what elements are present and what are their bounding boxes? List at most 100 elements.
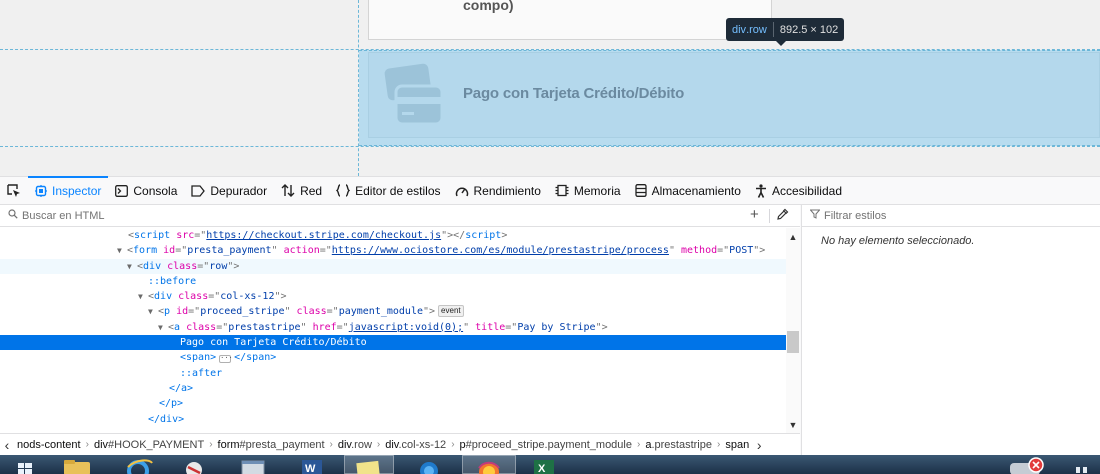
- html-search-bar[interactable]: Buscar en HTML +: [0, 205, 800, 227]
- form-id-value: presta_payment: [187, 245, 272, 257]
- element-picker-button[interactable]: [0, 177, 28, 205]
- div-close-tag: </div>: [148, 413, 185, 425]
- breadcrumb-item[interactable]: p#proceed_stripe.payment_module: [457, 439, 635, 451]
- tab-inspector[interactable]: Inspector: [28, 175, 109, 205]
- expand-twisty-icon[interactable]: ▼: [158, 320, 168, 335]
- form-action-attr: action: [283, 245, 320, 257]
- debugger-icon: [191, 184, 206, 197]
- breadcrumb-item-tag: div: [337, 438, 352, 451]
- breadcrumb-separator-icon: ›: [85, 439, 89, 450]
- markup-line-span[interactable]: <span> ···</span>: [0, 350, 786, 365]
- inspector-icon: [35, 184, 47, 197]
- page-viewport[interactable]: compo) Pago con Tarjeta Crédito/Débito d…: [0, 0, 1100, 176]
- a-href-link[interactable]: javascript:void(0);: [349, 322, 463, 333]
- form-id-attr: id: [163, 245, 176, 257]
- taskbar-tray[interactable]: [1068, 455, 1100, 474]
- html-search-input[interactable]: Buscar en HTML: [22, 210, 105, 222]
- a-close-tag: </a>: [169, 382, 194, 394]
- p-id-attr: id: [176, 306, 189, 318]
- markup-pane: Buscar en HTML + <script src="https://ch…: [0, 205, 800, 455]
- scrollbar-thumb[interactable]: [787, 331, 799, 353]
- scroll-up-arrow-icon[interactable]: ▲: [786, 232, 800, 242]
- form-action-link[interactable]: https://www.ociostore.com/es/module/pres…: [332, 245, 669, 256]
- breadcrumb-separator-icon: ›: [209, 439, 213, 450]
- breadcrumb-item[interactable]: div#HOOK_PAYMENT: [91, 439, 207, 451]
- tab-accessibility[interactable]: Accesibilidad: [748, 177, 849, 205]
- tab-network[interactable]: Red: [274, 177, 329, 205]
- guide-line-bottom: [0, 146, 1100, 147]
- expand-twisty-icon[interactable]: ▼: [138, 289, 148, 304]
- breadcrumb-scroll-left-icon[interactable]: ‹: [0, 438, 14, 452]
- scroll-down-arrow-icon[interactable]: ▼: [786, 420, 800, 430]
- taskbar-notification[interactable]: [1006, 455, 1050, 474]
- tab-debugger[interactable]: Depurador: [184, 177, 274, 205]
- markup-line-a-close[interactable]: </a>: [0, 381, 786, 396]
- taskbar-firefox[interactable]: [462, 455, 516, 474]
- element-dimension-tooltip: div .row 892.5 × 102: [726, 18, 845, 41]
- expand-twisty-icon[interactable]: ▼: [127, 259, 137, 274]
- markup-line-before[interactable]: ::before: [0, 274, 786, 289]
- add-node-icon[interactable]: +: [750, 207, 759, 222]
- breadcrumb-separator-icon: ›: [329, 439, 333, 450]
- taskbar-word[interactable]: W: [294, 455, 330, 474]
- breadcrumb-item-tag: form: [217, 438, 240, 451]
- markup-line-col[interactable]: ▼ <div class="col-xs-12">: [0, 289, 786, 304]
- event-badge[interactable]: event: [438, 305, 464, 318]
- markup-tree[interactable]: <script src="https://checkout.stripe.com…: [0, 228, 786, 433]
- breadcrumb-item[interactable]: div.row: [335, 439, 375, 451]
- taskbar-explorer[interactable]: [60, 455, 96, 474]
- selected-text-node: Pago con Tarjeta Crédito/Débito: [180, 337, 367, 349]
- eyedropper-icon[interactable]: [777, 208, 789, 223]
- folder-icon: [64, 460, 90, 474]
- taskbar-excel[interactable]: X: [526, 455, 566, 474]
- taskbar-notes[interactable]: [344, 455, 394, 474]
- tab-console-label: Consola: [133, 183, 178, 198]
- breadcrumb-item[interactable]: form#presta_payment: [215, 439, 328, 451]
- a-class-attr: class: [186, 321, 217, 333]
- markup-line-script[interactable]: <script src="https://checkout.stripe.com…: [0, 228, 786, 243]
- markup-line-p[interactable]: ▼ <p id="proceed_stripe" class="payment_m…: [0, 304, 786, 319]
- markup-line-after[interactable]: ::after: [0, 366, 786, 381]
- breadcrumb-item[interactable]: span: [722, 439, 752, 451]
- breadcrumb-item[interactable]: nods-content: [14, 439, 84, 451]
- markup-line-a[interactable]: ▼ <a class="prestastripe" href="javascrip…: [0, 320, 786, 335]
- markup-line-div-close[interactable]: </div>: [0, 412, 786, 427]
- tab-memory[interactable]: Memoria: [548, 177, 628, 205]
- a-href-attr: href: [312, 321, 337, 333]
- tooltip-separator: [772, 22, 774, 37]
- taskbar-browser[interactable]: [408, 455, 450, 474]
- breadcrumb-scroll-right-icon[interactable]: ›: [752, 438, 766, 452]
- tab-style-editor[interactable]: Editor de estilos: [329, 177, 447, 205]
- search-icon: [8, 209, 18, 222]
- tab-storage[interactable]: Almacenamiento: [628, 177, 748, 205]
- memory-icon: [555, 184, 569, 197]
- breadcrumb-item-suffix: #presta_payment: [239, 438, 325, 451]
- expand-twisty-icon[interactable]: ▼: [148, 304, 158, 319]
- script-tag-name: script: [134, 230, 171, 241]
- breadcrumb-item-suffix: .col-xs-12: [398, 438, 447, 451]
- markup-line-row[interactable]: ▼ <div class="row">: [0, 258, 786, 274]
- styles-filter-input[interactable]: Filtrar estilos: [824, 210, 886, 222]
- breadcrumb-item[interactable]: div.col-xs-12: [382, 439, 449, 451]
- firefox-icon: [478, 461, 500, 474]
- start-button[interactable]: [12, 455, 38, 474]
- markup-line-form[interactable]: ▼ <form id="presta_payment" action="https…: [0, 243, 786, 258]
- tab-performance[interactable]: Rendimiento: [448, 177, 548, 205]
- payment-option-label[interactable]: Pago con Tarjeta Crédito/Débito: [463, 85, 684, 102]
- breadcrumb-item[interactable]: a.prestastripe: [642, 439, 715, 451]
- collapsed-content-icon[interactable]: ···: [219, 355, 233, 364]
- a-title-attr: title: [475, 321, 506, 333]
- markup-line-p-close[interactable]: </p>: [0, 396, 786, 411]
- markup-scrollbar[interactable]: ▲ ▼: [786, 228, 800, 433]
- expand-twisty-icon[interactable]: ▼: [117, 243, 127, 258]
- styles-filter-bar[interactable]: Filtrar estilos: [802, 205, 1100, 227]
- previous-payment-option[interactable]: compo): [368, 0, 772, 40]
- markup-line-text-selected[interactable]: Pago con Tarjeta Crédito/Débito: [0, 335, 786, 351]
- script-src-link[interactable]: https://checkout.stripe.com/checkout.js: [206, 230, 441, 241]
- tab-console[interactable]: Consola: [108, 177, 184, 205]
- app-icon: [186, 462, 202, 474]
- taskbar-window[interactable]: [236, 455, 272, 474]
- taskbar-ie[interactable]: [120, 455, 156, 474]
- row-tag-name: div: [143, 260, 162, 272]
- taskbar-app[interactable]: [176, 455, 212, 474]
